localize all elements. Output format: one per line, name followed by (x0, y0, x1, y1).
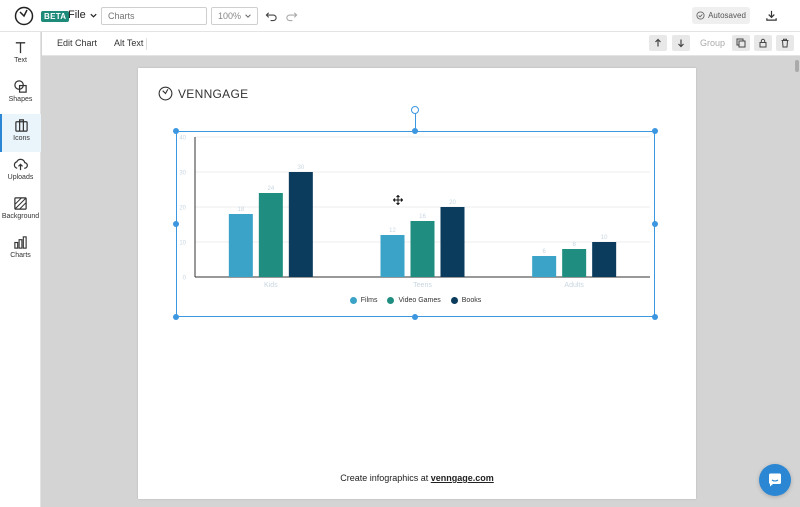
y-tick-label: 30 (179, 171, 186, 177)
resize-handle-bottom-left[interactable] (173, 314, 179, 320)
x-tick-label: Kids (264, 282, 278, 289)
x-tick-label: Teens (413, 282, 432, 289)
y-tick-label: 0 (183, 276, 187, 282)
legend-item: Books (450, 297, 482, 304)
resize-handle-top-left[interactable] (173, 128, 179, 134)
bar-books (288, 172, 313, 277)
chat-support-button[interactable] (759, 464, 791, 496)
move-cursor-icon (393, 195, 403, 205)
data-label: 6 (542, 249, 546, 255)
legend-item: Films (349, 297, 378, 304)
legend-swatch (387, 297, 395, 304)
rotate-handle[interactable] (411, 106, 419, 114)
y-tick-label: 40 (179, 136, 186, 142)
bar-films (380, 235, 405, 277)
legend-swatch (349, 297, 357, 304)
data-label: 24 (267, 186, 274, 192)
y-tick-label: 10 (179, 241, 186, 247)
bar-books (440, 207, 465, 277)
bar-chart[interactable]: 0 10 20 30 40 18 24 30 Kids 12 16 20 Teens 6 8 10 Adults (0, 0, 800, 507)
data-label: 16 (419, 214, 426, 220)
bar-video-games (562, 249, 587, 277)
y-tick-label: 20 (179, 206, 186, 212)
bar-films (532, 256, 557, 277)
bar-video-games (410, 221, 435, 277)
resize-handle-top[interactable] (412, 128, 418, 134)
resize-handle-left[interactable] (173, 221, 179, 227)
data-label: 18 (237, 207, 244, 213)
legend-item: Video Games (387, 297, 441, 304)
resize-handle-bottom-right[interactable] (652, 314, 658, 320)
chat-icon (769, 473, 781, 487)
data-label: 10 (601, 235, 608, 241)
legend-label: Video Games (398, 297, 441, 304)
data-label: 8 (572, 242, 576, 248)
legend-label: Books (461, 297, 482, 304)
chart-legend: Films Video Games Books (176, 297, 655, 304)
data-label: 20 (449, 200, 456, 206)
x-tick-label: Adults (564, 282, 584, 289)
bar-video-games (258, 193, 283, 277)
canvas-scrollbar[interactable] (795, 60, 799, 72)
data-label: 30 (297, 165, 304, 171)
resize-handle-top-right[interactable] (652, 128, 658, 134)
legend-swatch (450, 297, 458, 304)
resize-handle-bottom[interactable] (412, 314, 418, 320)
data-label: 12 (389, 228, 396, 234)
legend-label: Films (360, 297, 378, 304)
resize-handle-right[interactable] (652, 221, 658, 227)
bar-films (228, 214, 253, 277)
bar-books (592, 242, 617, 277)
